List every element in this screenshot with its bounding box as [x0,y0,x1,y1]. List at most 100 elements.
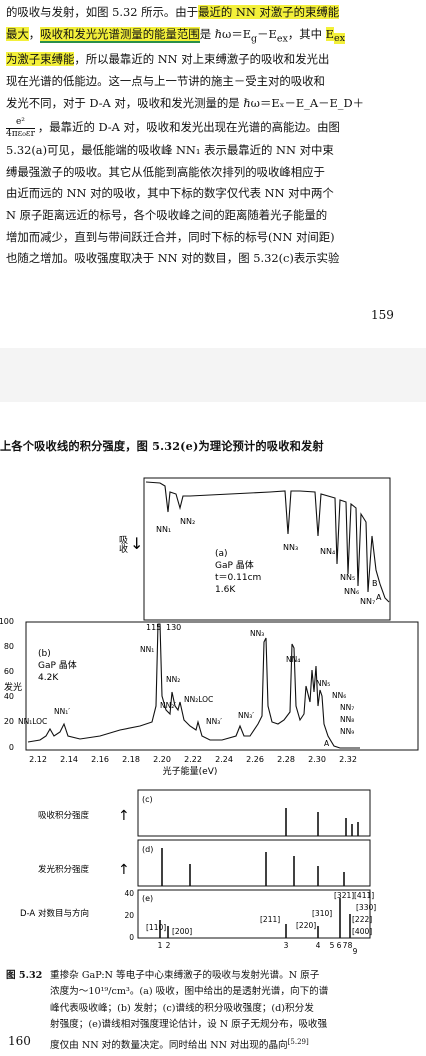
up-arrow-icon: ↑ [118,862,130,878]
text-line: 最大，吸收和发光光谱测量的能量范围是 ℏω＝Eg－Eex，其中 Eex [6,26,345,44]
x-tick: 3 [284,941,289,950]
text-line: 缚最强激子的吸收。其它从低能到高能依次排列的吸收峰相应于 [6,164,325,179]
peak-label: NN₆ [344,587,359,596]
panel-b-sample: GaP 晶体 [38,659,77,671]
caption-line: 浓度为～10¹⁹/cm³。(a) 吸收，图中给出的是透射光谱，向下的谱 [50,986,329,998]
peak-label: NN₃ [283,543,298,552]
peak-label: NN₉ [340,727,354,736]
peak-label: NN₇ [360,597,375,606]
panel-b: 100 80 60 40 20 0 发光 (b) GaP 晶体 4.2K 115… [0,617,419,777]
x-tick: 1 [158,941,163,950]
peak-label: NN₁LOC [18,717,47,726]
up-arrow-icon: ↑ [118,808,130,824]
panel-a-label: (a) [215,549,228,559]
panel-a-temperature: 1.6K [215,585,236,595]
panel-b-ylabel: 发光 [4,681,22,693]
panel-e: (e) D-A 对数目与方向 40 20 0 [110] [200] [211]… [20,889,376,956]
highlight: 最近的 NN 对激子的束缚能 [198,5,340,19]
peak-label: NN₃ [250,629,264,638]
direction-label: [321] [334,891,354,900]
x-tick: 2.28 [277,755,295,764]
direction-label: [330] [356,903,376,912]
bottom-page: 上各个吸收线的积分强度，图 5.32(e)为理论预计的吸收和发射 吸收 ↓ (a… [0,402,426,1056]
peak-label: NN₄ [320,547,335,556]
y-tick: 20 [4,717,14,726]
caption-line: 度仅由 NN 对的数量决定。同时给出 NN 对出现的晶向[5.29] [50,1037,309,1051]
text-line: e² 4πε₀εr ，最靠近的 D-A 对，吸收和发光出现在光谱的高能边。由图 [6,116,340,139]
peak-label: A [324,739,330,748]
peak-label: A [376,593,382,602]
peak-label: NN₆ [332,691,346,700]
y-tick: 100 [0,617,14,626]
panel-c: (c) 吸收积分强度 ↑ [38,789,371,837]
x-tick: 2 [166,941,171,950]
panel-a: 吸收 ↓ (a) GaP 晶体 t＝0.11cm 1.6K NN₁ NN₂ NN… [117,477,391,621]
x-tick: 2.14 [60,755,78,764]
top-page: 的吸收与发射，如图 5.32 所示。由于最近的 NN 对激子的束缚能 最大，吸收… [0,0,426,348]
text-line: 发光不同，对于 D-A 对，吸收和发光测量的是 ℏω＝Eₓ－E_A－E_D＋ [6,95,365,110]
x-axis-label: 光子能量(eV) [163,765,218,777]
figure-5-32: 吸收 ↓ (a) GaP 晶体 t＝0.11cm 1.6K NN₁ NN₂ NN… [0,477,419,956]
x-tick: 6 [337,941,342,950]
panel-e-ylabel: D-A 对数目与方向 [20,908,89,919]
y-tick: 80 [4,642,14,651]
x-tick: 2.22 [184,755,202,764]
x-tick: 2.12 [29,755,47,764]
panel-c-label: (c) [142,795,153,804]
text-line: N 原子距离远近的标号，各个吸收峰之间的距离随着光子能量的 [6,208,328,223]
text-line: 5.32(a)可见，最低能端的吸收峰 NN₁ 表示最靠近的 NN 对中束 [6,143,334,158]
x-tick: 4 [316,941,321,950]
y-tick: 60 [4,667,14,676]
x-tick: 5 [330,941,335,950]
y-tick: 20 [124,911,134,920]
scale-label: 130 [166,623,181,632]
highlight-underlined: 吸收和发光光谱测量的能量范围 [40,26,200,43]
reference: [5.29] [287,1037,309,1046]
text-line: 也随之增加。吸收强度取决于 NN 对的数目，图 5.32(c)表示实验 [6,251,340,266]
peak-label: NN₁ [156,525,171,534]
text-line: 现在光谱的低能边。这一点与上一节讲的施主－受主对的吸收和 [6,74,325,89]
peak-label: NN₇ [340,703,354,712]
down-arrow-icon: ↓ [130,534,143,553]
peak-label: NN₂′ [160,701,176,710]
direction-label: [200] [172,927,192,936]
y-tick: 40 [4,692,14,701]
page-number: 160 [8,1034,31,1048]
text-line: 增加而减少，直到与带间跃迁合并，同时下标的标号(NN 对间距) [6,229,335,244]
direction-label: [220] [296,921,316,930]
direction-label: [110] [146,923,166,932]
panel-b-label: (b) [38,649,51,659]
direction-label: [411] [354,891,374,900]
peak-label: NN₈ [340,715,354,724]
x-tick: 2.18 [122,755,140,764]
peak-label: NN₂LOC [184,695,213,704]
peak-label: NN₃′ [206,717,222,726]
caption-line: 峰代表吸收峰；(b) 发射；(c)谱线的积分吸收强度；(d)积分发 [50,1002,314,1014]
x-tick: 2.32 [339,755,357,764]
direction-label: [211] [260,915,280,924]
peak-label: NN₃′ [238,711,254,720]
direction-label: [222] [352,915,372,924]
direction-label: [400] [352,927,372,936]
text-line: 由近而远的 NN 对的吸收，其中下标的数字仅代表 NN 对中两个 [6,186,334,201]
x-tick: 2.20 [153,755,171,764]
panel-b-temperature: 4.2K [38,673,59,683]
caption-line: 射强度；(e)谱线相对强度理论估计，设 N 原子无规分布，吸收强 [50,1019,328,1031]
x-tick: 2.26 [246,755,264,764]
caption-label: 图 5.32 [6,970,43,981]
y-tick: 0 [129,933,134,942]
panel-c-ylabel: 吸收积分强度 [38,810,90,821]
peak-label: NN₅ [340,573,355,582]
direction-label: [310] [312,909,332,918]
body-paragraph: 的吸收与发射，如图 5.32 所示。由于最近的 NN 对激子的束缚能 最大，吸收… [6,2,416,270]
y-tick: 0 [9,743,14,752]
peak-label: NN₂ [166,675,180,684]
panel-a-ylabel: 吸收 [117,535,128,554]
peak-label: NN₂ [180,517,195,526]
text-line: 的吸收与发射，如图 5.32 所示。由于最近的 NN 对激子的束缚能 [6,5,340,19]
peak-label: NN₅ [316,679,330,688]
continuation-line: 上各个吸收线的积分强度，图 5.32(e)为理论预计的吸收和发射 [0,439,324,453]
x-tick: 2.16 [91,755,109,764]
x-tick: 2.30 [308,755,326,764]
panel-d-ylabel: 发光积分强度 [38,864,90,875]
